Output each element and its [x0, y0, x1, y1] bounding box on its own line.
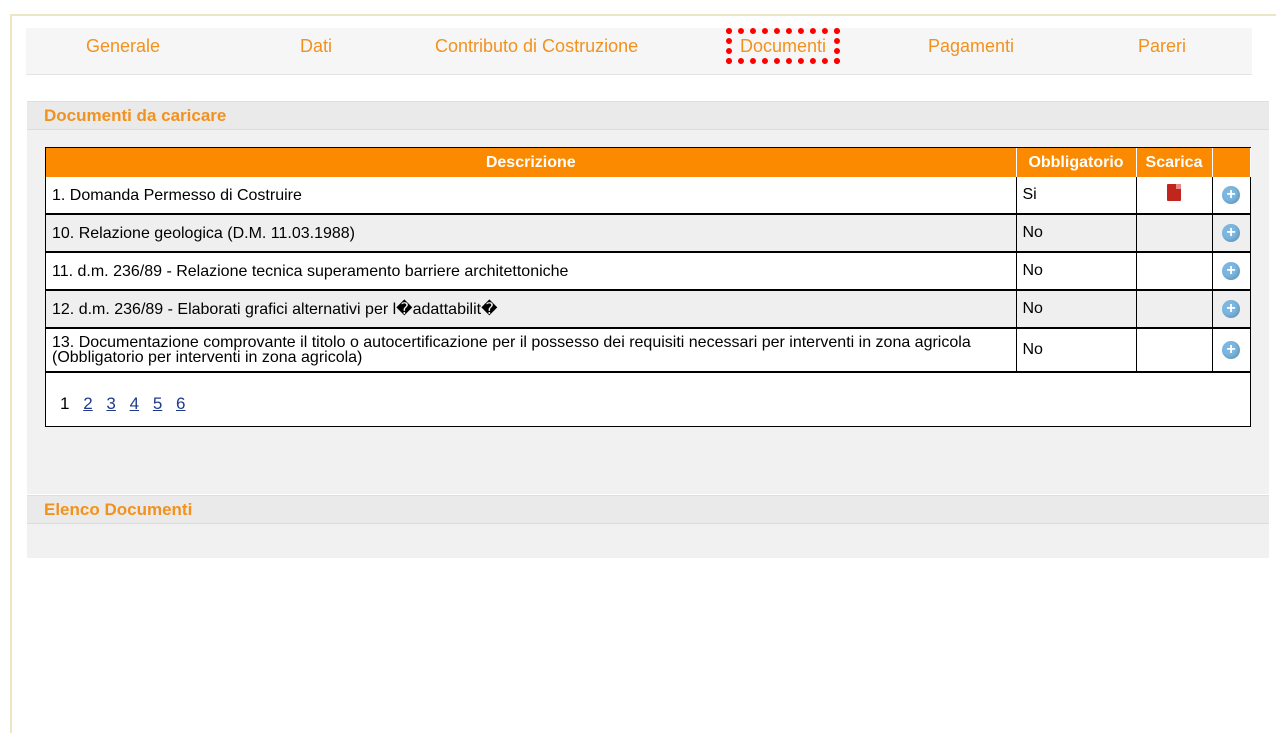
documents-table: Descrizione Obbligatorio Scarica 1. Doma…	[45, 147, 1251, 427]
header-scarica[interactable]: Scarica	[1136, 148, 1213, 177]
row-description: 11. d.m. 236/89 - Relazione tecnica supe…	[46, 252, 1017, 291]
row-description: 12. d.m. 236/89 - Elaborati grafici alte…	[46, 290, 1017, 329]
header-descrizione[interactable]: Descrizione	[46, 148, 1017, 177]
plus-circle-icon[interactable]: +	[1222, 262, 1240, 280]
table-row: 11. d.m. 236/89 - Relazione tecnica supe…	[46, 252, 1251, 291]
page-link-4[interactable]: 4	[130, 394, 139, 413]
tab-pareri[interactable]: Pareri	[1138, 36, 1186, 56]
row-obbligatorio: No	[1016, 252, 1137, 291]
header-obbligatorio[interactable]: Obbligatorio	[1016, 148, 1137, 177]
row-description: 1. Domanda Permesso di Costruire	[46, 177, 1017, 215]
table-row: 13. Documentazione comprovante il titolo…	[46, 328, 1251, 373]
header-actions	[1212, 148, 1251, 177]
page-link-2[interactable]: 2	[83, 394, 92, 413]
row-action: +	[1212, 214, 1251, 253]
plus-circle-icon[interactable]: +	[1222, 224, 1240, 242]
row-action: +	[1212, 252, 1251, 291]
row-action: +	[1212, 290, 1251, 329]
row-action: +	[1212, 177, 1251, 215]
row-description: 13. Documentazione comprovante il titolo…	[46, 328, 1017, 373]
upload-section-title: Documenti da caricare	[27, 102, 1269, 130]
pagination: 1 2 3 4 5 6	[60, 394, 194, 414]
plus-circle-icon[interactable]: +	[1222, 341, 1240, 359]
pdf-icon[interactable]	[1167, 184, 1181, 201]
row-obbligatorio: Si	[1016, 177, 1137, 215]
row-scarica	[1136, 290, 1213, 329]
tab-generale[interactable]: Generale	[86, 36, 160, 56]
page-link-5[interactable]: 5	[153, 394, 162, 413]
table-row: 10. Relazione geologica (D.M. 11.03.1988…	[46, 214, 1251, 253]
plus-circle-icon[interactable]: +	[1222, 300, 1240, 318]
tab-dati[interactable]: Dati	[300, 36, 332, 56]
table-row: 12. d.m. 236/89 - Elaborati grafici alte…	[46, 290, 1251, 329]
tab-documenti[interactable]: Documenti	[725, 28, 841, 64]
tab-pagamenti[interactable]: Pagamenti	[928, 36, 1014, 56]
tab-contributo[interactable]: Contributo di Costruzione	[435, 36, 638, 56]
row-scarica	[1136, 252, 1213, 291]
row-scarica	[1136, 177, 1213, 215]
plus-circle-icon[interactable]: +	[1222, 186, 1240, 204]
table-row: 1. Domanda Permesso di Costruire Si +	[46, 177, 1251, 215]
page-link-6[interactable]: 6	[176, 394, 185, 413]
tab-bar: Generale Dati Contributo di Costruzione …	[26, 28, 1252, 75]
row-scarica	[1136, 214, 1213, 253]
row-obbligatorio: No	[1016, 328, 1137, 373]
page-current: 1	[60, 394, 70, 413]
row-obbligatorio: No	[1016, 290, 1137, 329]
page-link-3[interactable]: 3	[106, 394, 115, 413]
document-list-title: Elenco Documenti	[27, 496, 1269, 524]
row-obbligatorio: No	[1016, 214, 1137, 253]
document-list-section: Elenco Documenti	[27, 495, 1269, 558]
row-scarica	[1136, 328, 1213, 373]
row-description: 10. Relazione geologica (D.M. 11.03.1988…	[46, 214, 1017, 253]
row-action: +	[1212, 328, 1251, 373]
